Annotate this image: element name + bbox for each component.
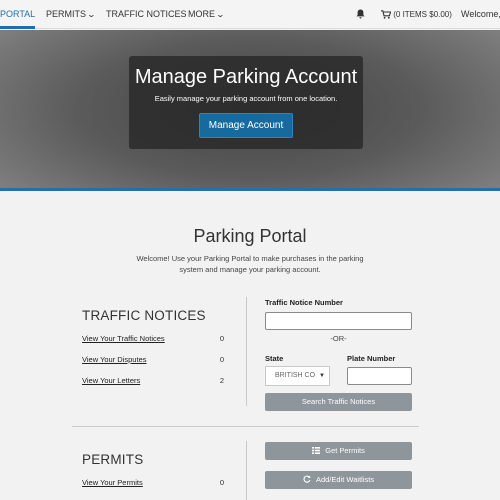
plate-number-label: Plate Number: [347, 354, 396, 363]
traffic-notices-heading: TRAFFIC NOTICES: [82, 308, 206, 323]
plate-number-input[interactable]: [347, 367, 412, 385]
view-disputes-link[interactable]: View Your Disputes: [82, 355, 147, 364]
section-divider: [72, 426, 419, 427]
chevron-down-icon: ⌄: [215, 10, 226, 19]
nav-more-label: MORE: [188, 9, 215, 19]
nav-traffic-notices[interactable]: TRAFFIC NOTICES: [106, 0, 187, 29]
search-traffic-notices-label: Search Traffic Notices: [301, 397, 376, 406]
list-icon: [312, 446, 322, 455]
state-select-value: BRITISH CO: [275, 372, 316, 379]
page-title: Parking Portal: [193, 226, 307, 246]
nav-portal-label: PORTAL: [0, 9, 36, 19]
disputes-count: 0: [219, 355, 224, 364]
view-permits-link[interactable]: View Your Permits: [82, 478, 143, 487]
search-traffic-notices-button[interactable]: Search Traffic Notices: [265, 393, 412, 411]
list-item: View Your Letters 2: [82, 376, 224, 388]
list-item: View Your Permits 0: [82, 478, 224, 490]
bell-icon[interactable]: [356, 0, 365, 29]
notice-number-input[interactable]: [265, 312, 412, 330]
welcome-text: Welcome, J: [461, 9, 500, 19]
state-select[interactable]: BRITISH CO ▼: [265, 366, 330, 386]
nav-traffic-notices-label: TRAFFIC NOTICES: [106, 9, 187, 19]
letters-count: 2: [219, 376, 224, 385]
nav-more[interactable]: MORE⌄: [188, 0, 226, 29]
notice-number-label: Traffic Notice Number: [265, 298, 343, 307]
add-edit-waitlists-button[interactable]: Add/Edit Waitlists: [265, 471, 412, 489]
hero-card: Manage Parking Account Easily manage you…: [129, 56, 363, 149]
state-label: State: [265, 354, 284, 363]
portal-intro: Welcome! Use your Parking Portal to make…: [136, 254, 364, 274]
permits-count: 0: [219, 478, 224, 487]
list-item: View Your Traffic Notices 0: [82, 334, 224, 346]
top-nav: PORTAL PERMITS⌄ TRAFFIC NOTICES MORE⌄ (0…: [0, 0, 500, 29]
list-item: View Your Disputes 0: [82, 355, 224, 367]
nav-permits[interactable]: PERMITS⌄: [46, 0, 97, 29]
view-letters-link[interactable]: View Your Letters: [82, 376, 140, 385]
chevron-down-icon: ⌄: [86, 10, 97, 19]
or-separator: -OR-: [330, 334, 347, 343]
hero-title: Manage Parking Account: [134, 66, 358, 88]
vertical-divider: [246, 297, 247, 406]
get-permits-label: Get Permits: [325, 446, 365, 455]
refresh-icon: [303, 475, 313, 484]
permits-heading: PERMITS: [82, 452, 144, 467]
cart-link[interactable]: (0 ITEMS $0.00): [381, 0, 452, 29]
nav-permits-label: PERMITS: [46, 9, 87, 19]
traffic-notices-count: 0: [219, 334, 224, 343]
caret-down-icon: ▼: [319, 373, 325, 379]
cart-summary: (0 ITEMS $0.00): [393, 10, 452, 19]
cart-icon: [381, 10, 392, 20]
welcome-user[interactable]: Welcome, J: [461, 0, 500, 29]
view-traffic-notices-link[interactable]: View Your Traffic Notices: [82, 334, 165, 343]
hero-subtitle: Easily manage your parking account from …: [154, 94, 338, 103]
hero-accent-bar: [0, 188, 500, 191]
vertical-divider: [246, 441, 247, 500]
manage-account-button[interactable]: Manage Account: [198, 113, 294, 138]
add-edit-waitlists-label: Add/Edit Waitlists: [316, 475, 375, 484]
get-permits-button[interactable]: Get Permits: [265, 442, 412, 460]
nav-portal[interactable]: PORTAL: [0, 0, 36, 29]
